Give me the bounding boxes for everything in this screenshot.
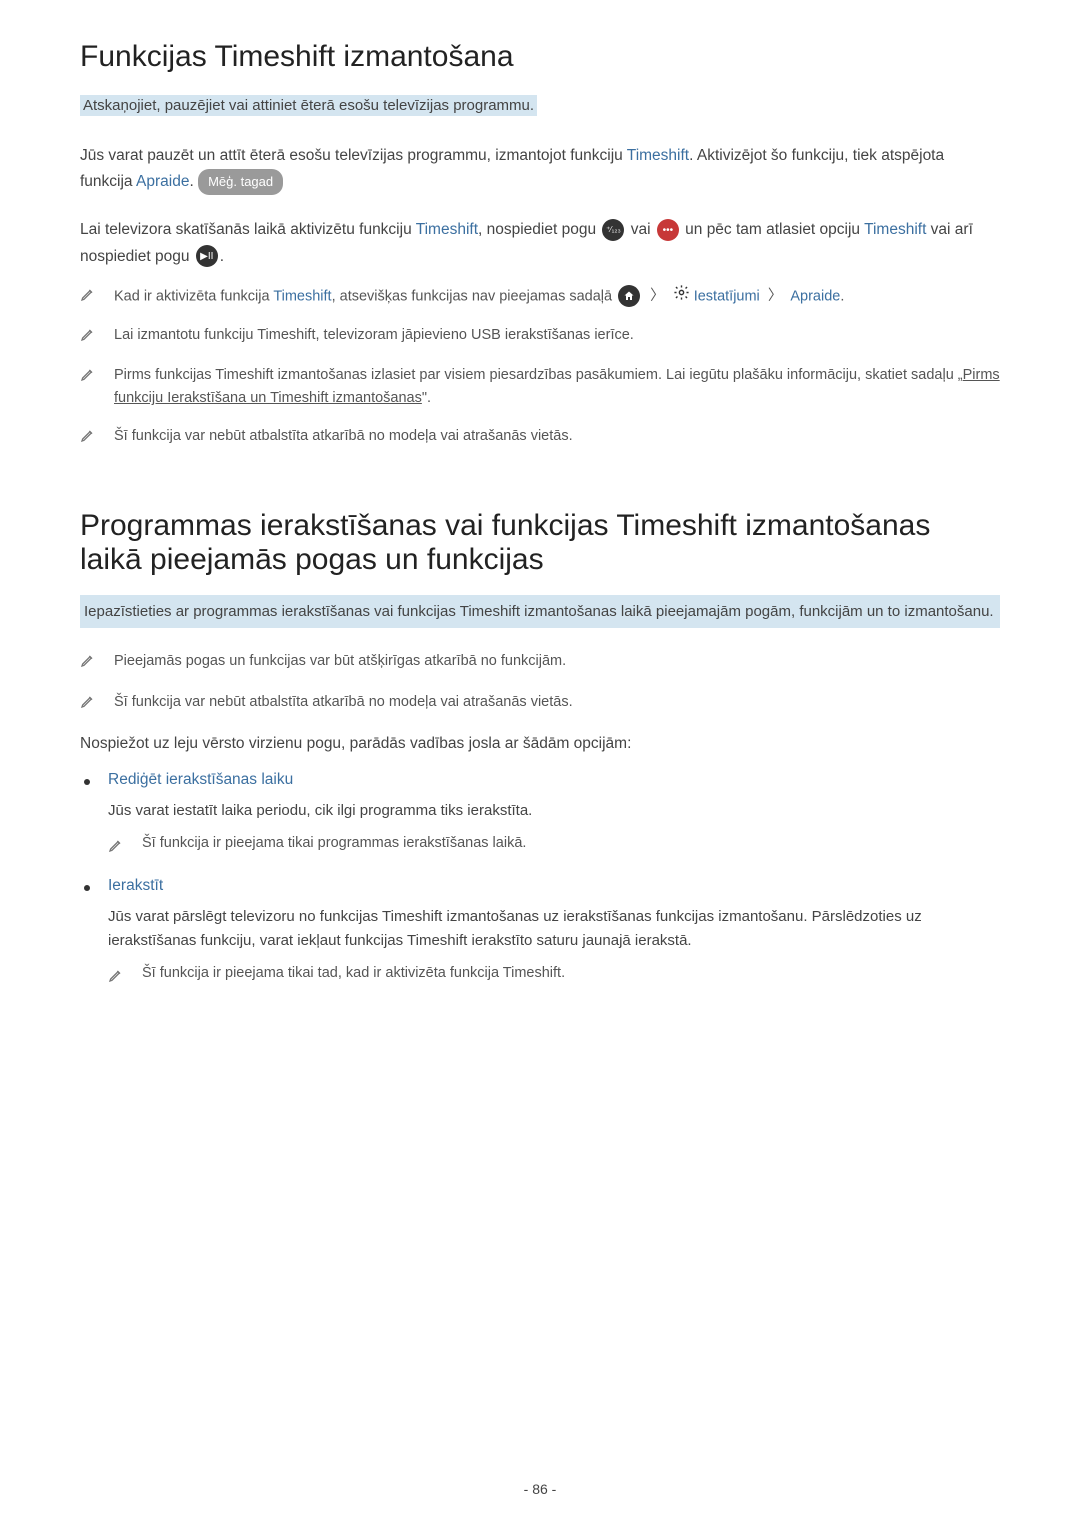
para2-b: , nospiediet pogu — [478, 221, 600, 238]
pencil-icon — [80, 693, 100, 717]
note-text: Kad ir aktivizēta funkcija Timeshift, at… — [114, 284, 844, 309]
section1-notes: Kad ir aktivizēta funkcija Timeshift, at… — [80, 284, 1000, 451]
timeshift-link-2[interactable]: Timeshift — [416, 221, 478, 238]
timeshift-link-3[interactable]: Timeshift — [864, 221, 926, 238]
note-text: Pieejamās pogas un funkcijas var būt atš… — [114, 650, 566, 673]
note-item: Pirms funkcijas Timeshift izmantošanas i… — [80, 364, 1000, 410]
timeshift-link-note[interactable]: Timeshift — [273, 288, 331, 304]
bullet-icon — [84, 779, 90, 785]
pencil-icon — [80, 652, 100, 676]
para2-d: un pēc tam atlasiet opciju — [685, 221, 864, 238]
color-remote-icon: ••• — [657, 219, 679, 241]
para2-a: Lai televizora skatīšanās laikā aktivizē… — [80, 221, 416, 238]
timeshift-link[interactable]: Timeshift — [627, 147, 689, 164]
option-desc: Jūs varat iestatīt laika periodu, cik il… — [108, 799, 1000, 823]
list-item: Rediģēt ierakstīšanas laiku Jūs varat ie… — [84, 771, 1000, 857]
para1-c: . — [189, 173, 198, 190]
option-title[interactable]: Ierakstīt — [108, 877, 163, 895]
section1-heading: Funkcijas Timeshift izmantošana — [80, 40, 1000, 74]
note-item: Kad ir aktivizēta funkcija Timeshift, at… — [80, 284, 1000, 310]
pencil-icon — [108, 967, 128, 987]
chevron-right-icon: 〉 — [650, 288, 665, 304]
note-item: Lai izmantotu funkciju Timeshift, televi… — [80, 324, 1000, 350]
apraide-link[interactable]: Apraide — [136, 173, 189, 190]
section2-heading: Programmas ierakstīšanas vai funkcijas T… — [80, 509, 1000, 577]
note-item: Šī funkcija var nebūt atbalstīta atkarīb… — [80, 691, 1000, 717]
note-text: Šī funkcija var nebūt atbalstīta atkarīb… — [114, 691, 573, 714]
pencil-icon — [80, 366, 100, 390]
note-text: Šī funkcija var nebūt atbalstīta atkarīb… — [114, 425, 573, 448]
note-item: Pieejamās pogas un funkcijas var būt atš… — [80, 650, 1000, 676]
list-item: Ierakstīt Jūs varat pārslēgt televizoru … — [84, 877, 1000, 987]
para2-f: . — [220, 248, 224, 265]
apraide-link-note[interactable]: Apraide — [790, 288, 840, 304]
option-title[interactable]: Rediģēt ierakstīšanas laiku — [108, 771, 293, 789]
playpause-icon: ▶II — [196, 245, 218, 267]
section1-highlight: Atskaņojiet, pauzējiet vai attiniet ēter… — [80, 95, 537, 116]
para1-a: Jūs varat pauzēt un attīt ēterā esošu te… — [80, 147, 627, 164]
section2-notes: Pieejamās pogas un funkcijas var būt atš… — [80, 650, 1000, 716]
pencil-icon — [108, 837, 128, 857]
para2-c: vai — [631, 221, 655, 238]
option-note: Šī funkcija ir pieejama tikai programmas… — [108, 835, 1000, 857]
page-number: - 86 - — [524, 1481, 557, 1497]
gear-icon — [673, 284, 690, 309]
numpad-remote-icon: ⁺⁄₁₂₃ — [602, 219, 624, 241]
section2-body: Nospiežot uz leju vērsto virzienu pogu, … — [80, 731, 1000, 757]
home-icon — [618, 285, 640, 307]
note-text: Pirms funkcijas Timeshift izmantošanas i… — [114, 364, 1000, 410]
settings-link[interactable]: Iestatījumi — [694, 288, 760, 304]
option-note: Šī funkcija ir pieejama tikai tad, kad i… — [108, 965, 1000, 987]
section1-para2: Lai televizora skatīšanās laikā aktivizē… — [80, 217, 1000, 270]
option-desc: Jūs varat pārslēgt televizoru no funkcij… — [108, 905, 1000, 953]
pencil-icon — [80, 286, 100, 310]
note-item: Šī funkcija var nebūt atbalstīta atkarīb… — [80, 425, 1000, 451]
section1-para1: Jūs varat pauzēt un attīt ēterā esošu te… — [80, 143, 1000, 196]
section2-highlight: Iepazīstieties ar programmas ierakstīšan… — [80, 595, 1000, 629]
bullet-icon — [84, 885, 90, 891]
chevron-right-icon: 〉 — [768, 288, 783, 304]
pencil-icon — [80, 427, 100, 451]
try-now-button[interactable]: Mēģ. tagad — [198, 169, 283, 195]
section1-highlight-wrap: Atskaņojiet, pauzējiet vai attiniet ēter… — [80, 92, 1000, 121]
options-list: Rediģēt ierakstīšanas laiku Jūs varat ie… — [84, 771, 1000, 987]
note-text: Lai izmantotu funkciju Timeshift, televi… — [114, 324, 634, 347]
pencil-icon — [80, 326, 100, 350]
